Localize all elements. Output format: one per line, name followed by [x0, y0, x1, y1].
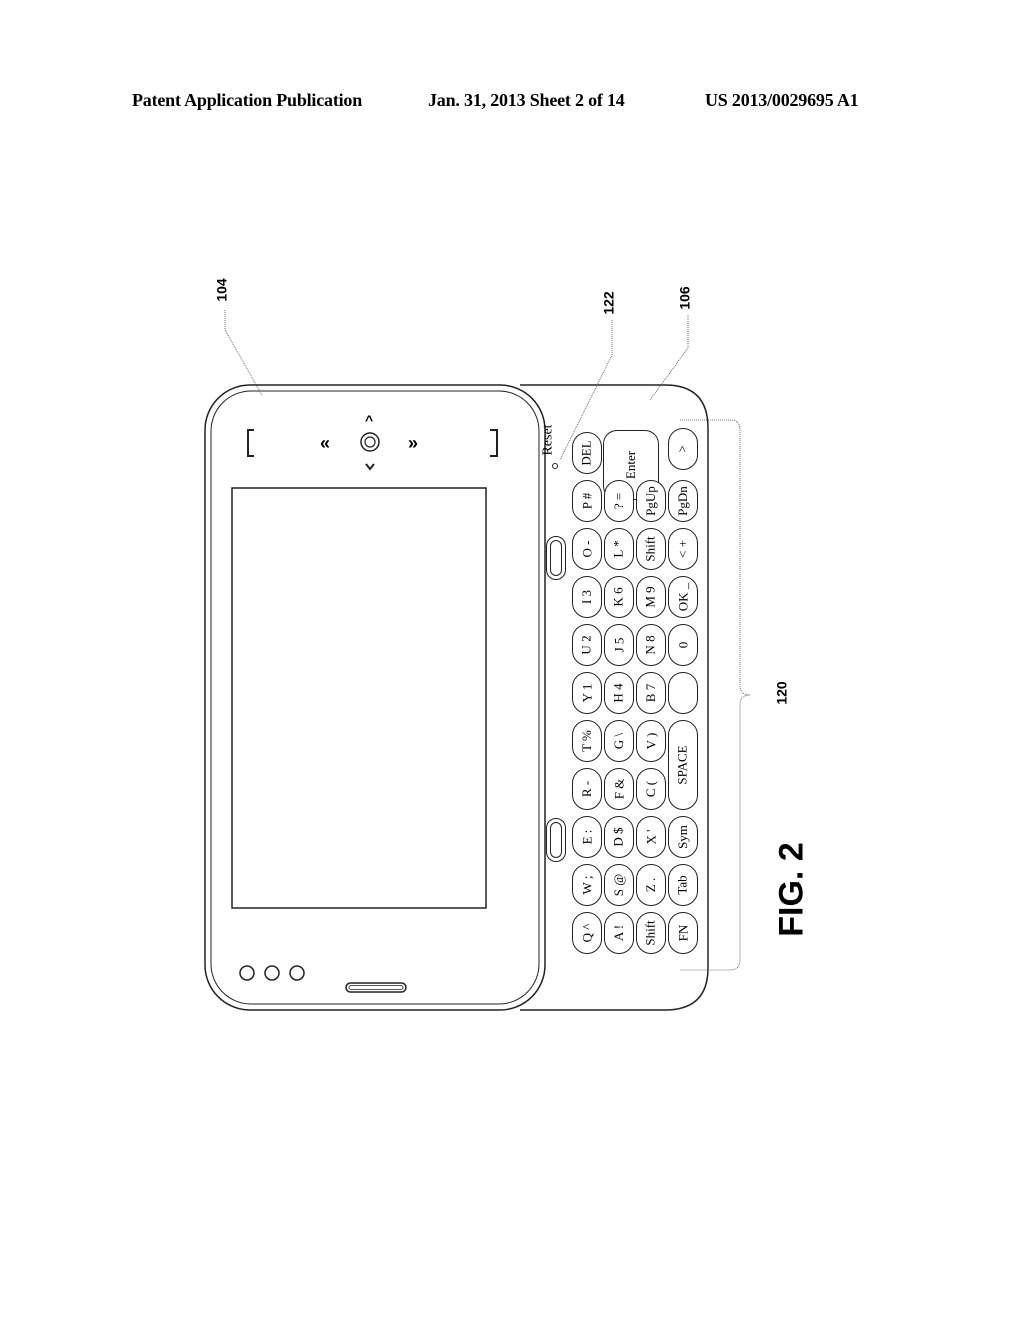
key[interactable]: N 8: [636, 624, 666, 666]
key[interactable]: S @: [604, 864, 634, 906]
key-blank[interactable]: [668, 672, 698, 714]
reset-hole: [552, 463, 558, 469]
key[interactable]: F &: [604, 768, 634, 810]
key[interactable]: L *: [604, 528, 634, 570]
key-right-arrow[interactable]: >: [668, 428, 698, 470]
key[interactable]: E :: [572, 816, 602, 858]
key[interactable]: M 9: [636, 576, 666, 618]
ref-122: 122: [600, 291, 617, 315]
side-button-upper[interactable]: [546, 536, 566, 580]
ref-120: 120: [773, 681, 790, 705]
key[interactable]: ? =: [604, 480, 634, 522]
key[interactable]: X ': [636, 816, 666, 858]
key[interactable]: K 6: [604, 576, 634, 618]
key[interactable]: W ;: [572, 864, 602, 906]
key[interactable]: Q ^: [572, 912, 602, 954]
key-pgup[interactable]: PgUp: [636, 480, 666, 522]
key[interactable]: T %: [572, 720, 602, 762]
key-pgdn[interactable]: PgDn: [668, 480, 698, 522]
key[interactable]: C (: [636, 768, 666, 810]
reset-label: Reset: [540, 424, 556, 456]
key-tab[interactable]: Tab: [668, 864, 698, 906]
key-del[interactable]: DEL: [572, 432, 602, 474]
key-shift[interactable]: Shift: [636, 528, 666, 570]
key[interactable]: Y 1: [572, 672, 602, 714]
nav-up-icon: ^: [365, 412, 373, 428]
key-sym[interactable]: Sym: [668, 816, 698, 858]
key[interactable]: O -: [572, 528, 602, 570]
leader-104: [224, 310, 263, 396]
key-shift[interactable]: Shift: [636, 912, 666, 954]
key[interactable]: V ): [636, 720, 666, 762]
ref-104: 104: [213, 278, 230, 302]
nav-left-icon: «: [320, 433, 330, 453]
display-screen: [231, 487, 487, 909]
key[interactable]: G \: [604, 720, 634, 762]
key-space[interactable]: SPACE: [668, 720, 698, 810]
key-fn[interactable]: FN: [668, 912, 698, 954]
key[interactable]: U 2: [572, 624, 602, 666]
figure-label: FIG. 2: [772, 842, 811, 937]
ref-106: 106: [676, 286, 693, 310]
key-zero[interactable]: 0: [668, 624, 698, 666]
nav-right-icon: »: [408, 433, 418, 453]
key[interactable]: A !: [604, 912, 634, 954]
side-button-lower[interactable]: [546, 818, 566, 862]
key[interactable]: D $: [604, 816, 634, 858]
key[interactable]: B 7: [636, 672, 666, 714]
key[interactable]: R -: [572, 768, 602, 810]
key-ok[interactable]: OK _: [668, 576, 698, 618]
key[interactable]: J 5: [604, 624, 634, 666]
key[interactable]: P #: [572, 480, 602, 522]
key[interactable]: Z .: [636, 864, 666, 906]
key[interactable]: I 3: [572, 576, 602, 618]
key[interactable]: H 4: [604, 672, 634, 714]
device-drawing: « » ^: [204, 310, 751, 1011]
key[interactable]: < +: [668, 528, 698, 570]
